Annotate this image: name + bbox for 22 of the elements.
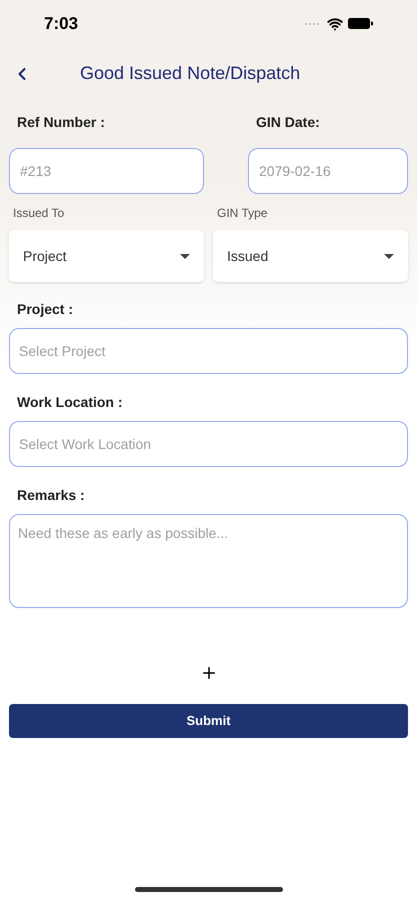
field-label: Project : [16,300,74,319]
submit-button[interactable]: Submit [9,704,408,738]
caret-icon [180,254,190,258]
remarks-field[interactable]: Need these as early as possible... [9,514,408,608]
field-label: Work Location : [16,393,124,412]
text-field[interactable]: #213 [9,148,204,194]
text-field[interactable]: 2079-02-16 [248,148,408,194]
caret-icon [384,254,394,258]
dropdown[interactable]: Project [9,230,204,282]
battery-icon [348,18,373,29]
select-field[interactable]: Select Work Location [9,421,408,467]
page-title: Good Issued Note/Dispatch [80,62,300,85]
dropdown-label: Issued To [12,205,66,222]
field-label: GIN Date: [255,113,321,132]
status-time: 7:03 [44,12,78,35]
field-label: Ref Number : [16,113,106,132]
dropdown[interactable]: Issued [213,230,408,282]
dropdown-label: GIN Type [216,205,268,222]
wifi-icon [327,16,343,32]
field-label: Remarks : [16,486,86,505]
signal-icon [304,22,322,26]
select-field[interactable]: Select Project [9,328,408,374]
